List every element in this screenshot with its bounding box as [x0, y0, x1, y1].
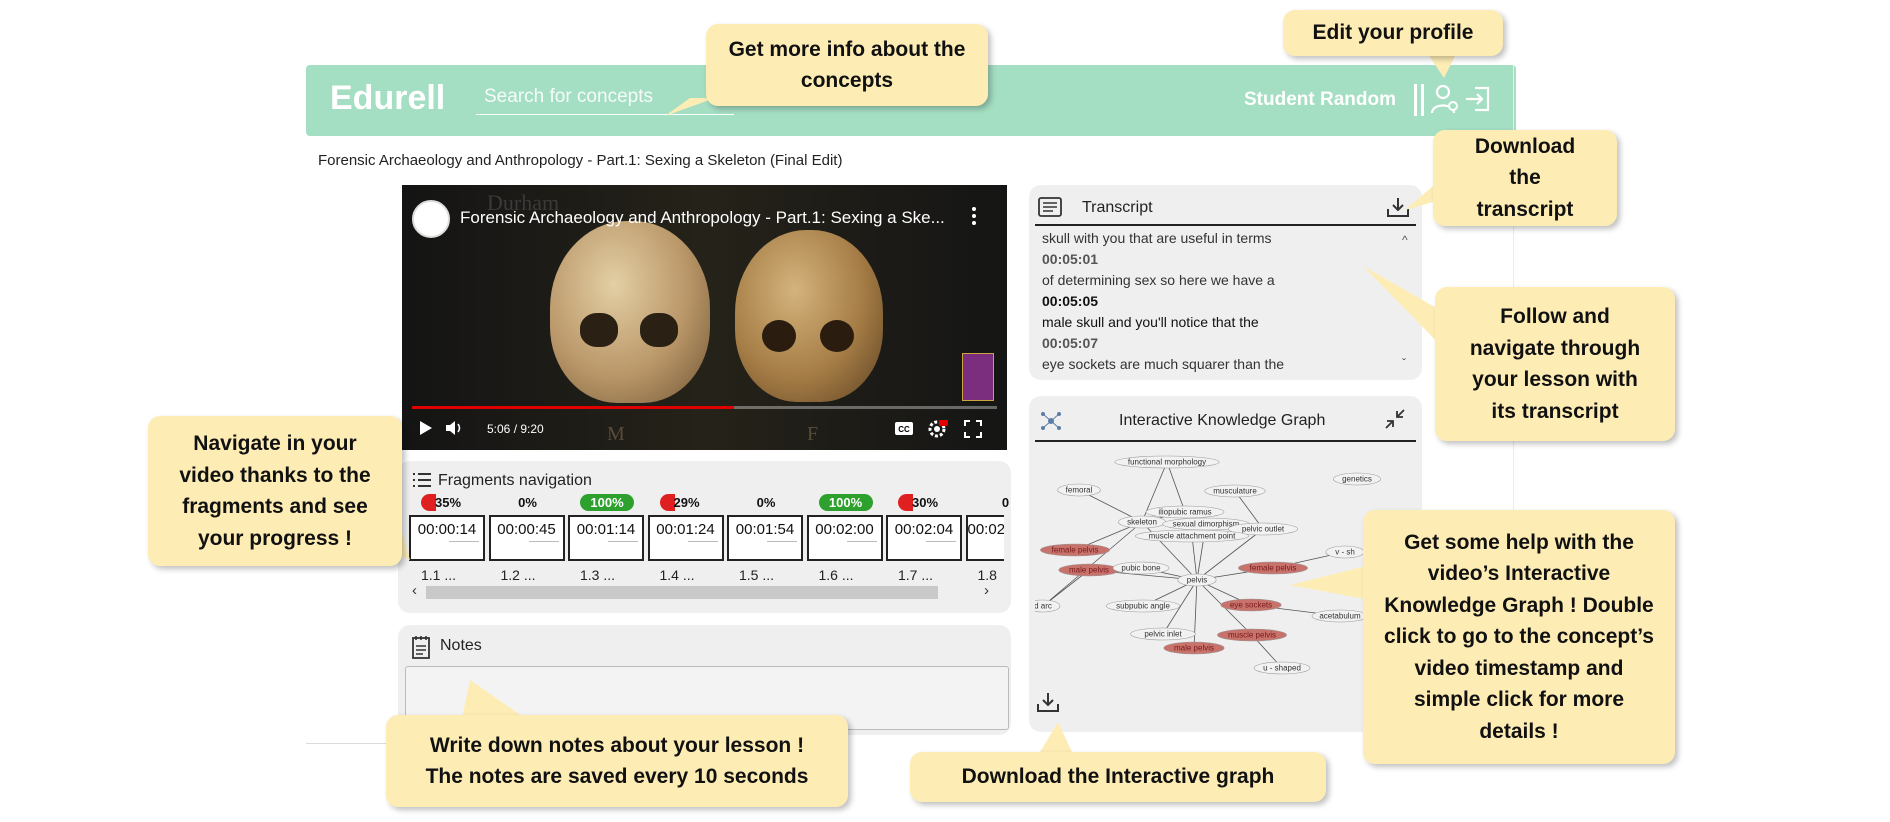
callout-concepts: Get more info about the concepts: [706, 24, 988, 106]
callout-tail: [1290, 565, 1370, 600]
callout-tail: [462, 680, 525, 718]
callout-tail: [1428, 54, 1456, 78]
callout-follow-transcript: Follow and navigate through your lesson …: [1435, 287, 1675, 441]
callout-download-graph: Download the Interactive graph: [910, 752, 1326, 802]
callout-download-transcript: Download the transcript: [1433, 130, 1617, 226]
callout-graph-help: Get some help with the video’s Interacti…: [1363, 510, 1675, 764]
callout-profile: Edit your profile: [1283, 10, 1503, 56]
callout-fragments: Navigate in your video thanks to the fra…: [148, 416, 402, 566]
callout-notes: Write down notes about your lesson ! The…: [386, 715, 848, 807]
callout-tail: [1040, 722, 1072, 752]
